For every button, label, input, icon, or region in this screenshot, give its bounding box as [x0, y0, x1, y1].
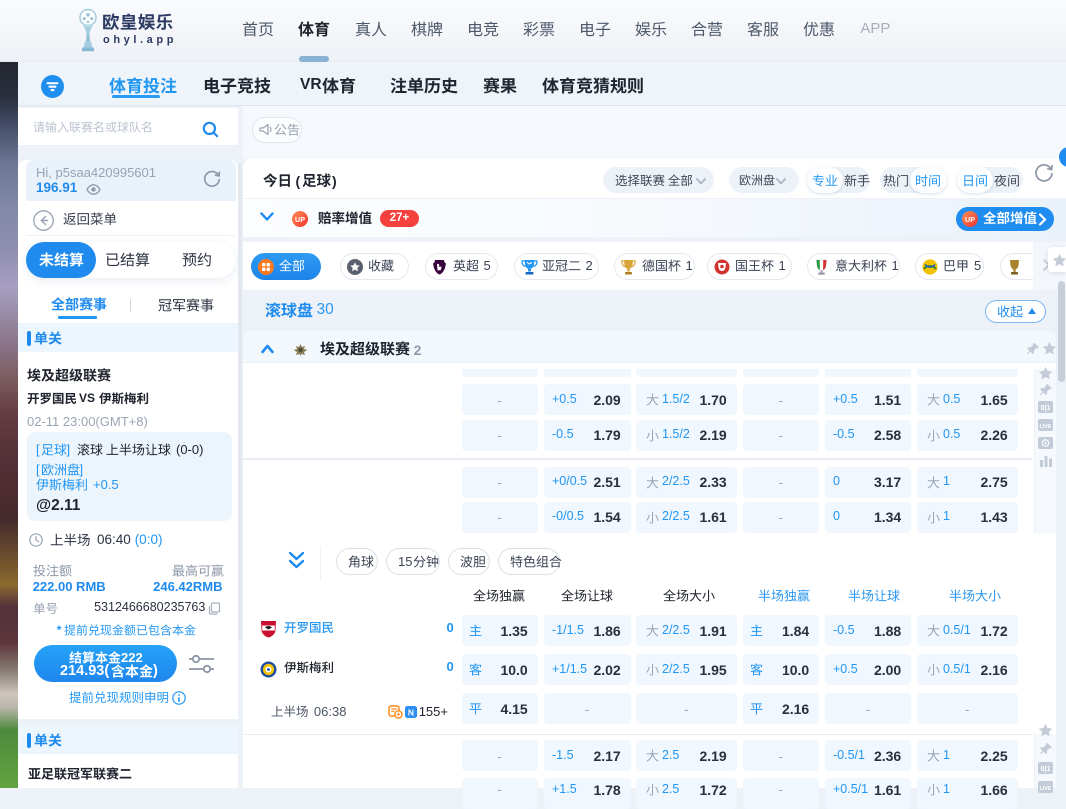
svg-text:0|1: 0|1	[1041, 766, 1051, 773]
svg-text:UP: UP	[295, 214, 305, 223]
svg-text:LIVE: LIVE	[1040, 423, 1052, 429]
svg-text:0|1: 0|1	[1041, 405, 1051, 412]
svg-text:UP: UP	[965, 214, 975, 223]
svg-text:LIVE: LIVE	[1040, 785, 1052, 791]
svg-text:N: N	[408, 707, 414, 717]
